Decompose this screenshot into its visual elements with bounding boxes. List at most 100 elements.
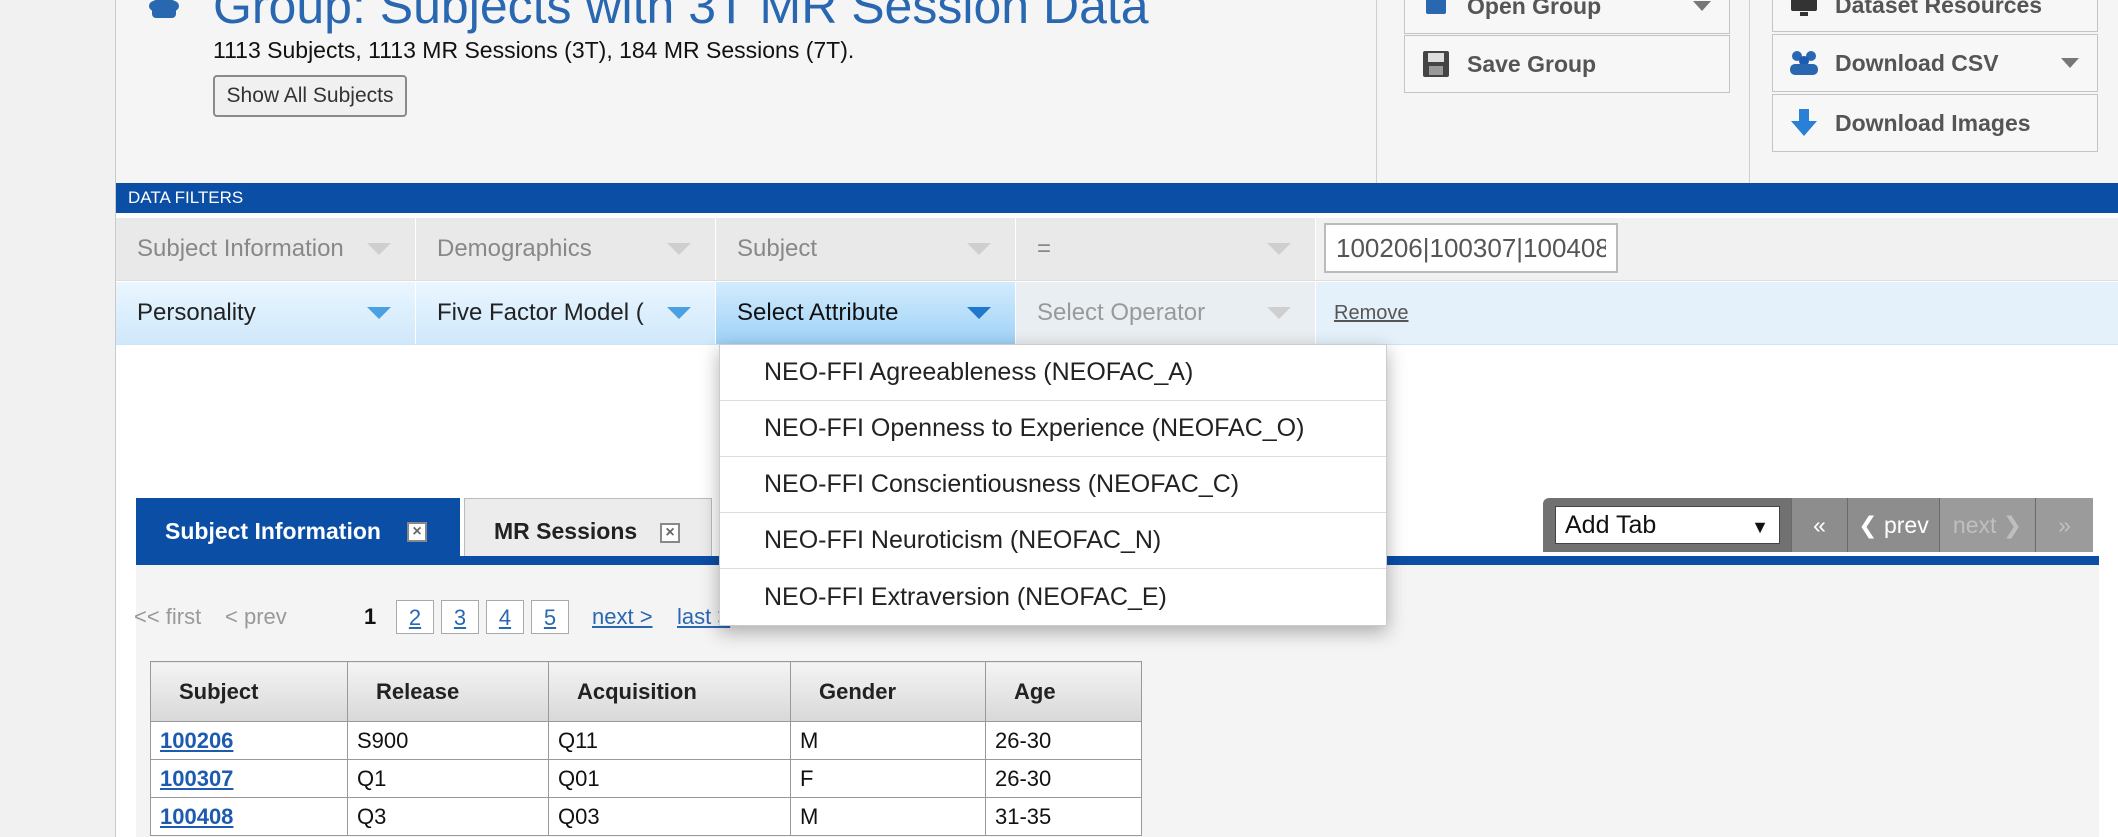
select-value: Select Attribute [737,299,899,326]
table-header-row: Subject Release Acquisition Gender Age [150,661,1142,722]
dropdown-arrow-icon [967,243,991,255]
attribute-option[interactable]: NEO-FFI Agreeableness (NEOFAC_A) [720,345,1386,401]
table-row: 100206 S900 Q11 M 26-30 [150,721,1142,760]
filter-category-select[interactable]: Subject Information [116,218,416,280]
people-icon [1787,46,1821,80]
download-arrow-icon [1787,106,1821,140]
next-tab-button[interactable]: next ❯ [1939,498,2035,552]
column-header[interactable]: Age [985,661,1142,722]
save-group-button[interactable]: Save Group [1404,35,1730,93]
attribute-dropdown-menu: NEO-FFI Agreeableness (NEOFAC_A) NEO-FFI… [719,344,1387,626]
header-divider [1376,0,1377,183]
download-csv-label: Download CSV [1835,49,1999,76]
last-tab-button[interactable]: » [2035,498,2093,552]
pager-page-link[interactable]: 4 [486,600,524,634]
save-group-label: Save Group [1467,50,1597,77]
filter-subcategory-select[interactable]: Demographics [416,218,716,280]
remove-filter-link[interactable]: Remove [1334,302,1408,325]
add-tab-select[interactable]: Add Tab ▼ [1555,506,1780,544]
dropdown-arrow-icon [367,243,391,255]
dropdown-arrow-icon [667,243,691,255]
folder-open-icon [1419,0,1453,23]
subject-cell: 100408 [150,797,348,836]
close-tab-icon[interactable]: × [407,522,427,542]
download-csv-button[interactable]: Download CSV [1772,34,2098,92]
pager-next[interactable]: next > [592,600,653,634]
gender-cell: M [790,797,986,836]
tab-subject-information[interactable]: Subject Information × [136,498,460,564]
dataset-resources-button[interactable]: Dataset Resources [1772,0,2098,32]
close-tab-icon[interactable]: × [660,523,680,543]
chevron-down-icon [2061,58,2079,68]
header-divider [1749,0,1750,183]
pager-prev[interactable]: < prev [225,600,287,634]
dropdown-arrow-icon [967,307,991,319]
dropdown-arrow-icon [1267,307,1291,319]
download-images-button[interactable]: Download Images [1772,94,2098,152]
pager-page-link[interactable]: 2 [396,600,434,634]
gender-cell: F [790,759,986,798]
age-cell: 31-35 [985,797,1142,836]
first-tab-button[interactable]: « [1791,498,1847,552]
column-header[interactable]: Gender [790,661,986,722]
gender-cell: M [790,721,986,760]
column-header[interactable]: Subject [150,661,348,722]
acquisition-cell: Q01 [548,759,791,798]
dropdown-arrow-icon [367,307,391,319]
filter-operator-select[interactable]: Select Operator [1016,282,1316,344]
attribute-option[interactable]: NEO-FFI Extraversion (NEOFAC_E) [720,569,1386,625]
dataset-resources-label: Dataset Resources [1835,0,2043,18]
select-value: Subject [737,235,818,262]
table-row: 100408 Q3 Q03 M 31-35 [150,797,1142,836]
select-value: Five Factor Model (NEO-FFI) [437,299,645,326]
subject-link[interactable]: 100408 [160,804,233,829]
filter-category-select[interactable]: Personality [116,282,416,344]
select-value: Select Operator [1037,299,1206,326]
group-users-icon [146,0,182,24]
subject-link[interactable]: 100307 [160,766,233,791]
group-title: Group: Subjects with 3T MR Session Data [213,0,1149,34]
subjects-table: Subject Release Acquisition Gender Age 1… [150,661,1142,836]
open-group-label: Open Group [1467,0,1602,19]
tab-label: Subject Information [165,517,381,544]
release-cell: S900 [347,721,549,760]
attribute-option[interactable]: NEO-FFI Conscientiousness (NEOFAC_C) [720,457,1386,513]
dropdown-arrow-icon [667,307,691,319]
column-header[interactable]: Acquisition [548,661,791,722]
pager-page-link[interactable]: 3 [441,600,479,634]
monitor-icon [1787,0,1821,22]
group-header: Group: Subjects with 3T MR Session Data … [116,0,2118,183]
table-row: 100307 Q1 Q01 F 26-30 [150,759,1142,798]
page: Group: Subjects with 3T MR Session Data … [115,0,2118,837]
prev-tab-button[interactable]: ❮ prev [1847,498,1939,552]
age-cell: 26-30 [985,721,1142,760]
release-cell: Q3 [347,797,549,836]
filter-attribute-select[interactable]: Select Attribute [716,282,1016,344]
tab-label: MR Sessions [494,518,638,544]
column-header[interactable]: Release [347,661,549,722]
show-all-subjects-button[interactable]: Show All Subjects [213,75,407,117]
filter-row: Personality Five Factor Model (NEO-FFI) … [116,282,2118,345]
subject-cell: 100307 [150,759,348,798]
select-value: Personality [137,299,256,326]
tab-mr-sessions[interactable]: MR Sessions × [464,498,712,564]
select-value: Add Tab [1565,510,1657,539]
open-group-button[interactable]: Open Group [1404,0,1730,34]
attribute-option[interactable]: NEO-FFI Neuroticism (NEOFAC_N) [720,513,1386,569]
subject-link[interactable]: 100206 [160,728,233,753]
attribute-option[interactable]: NEO-FFI Openness to Experience (NEOFAC_O… [720,401,1386,457]
acquisition-cell: Q03 [548,797,791,836]
filter-value-input[interactable] [1324,223,1618,273]
group-summary: 1113 Subjects, 1113 MR Sessions (3T), 18… [213,37,855,63]
select-value: = [1037,235,1052,262]
download-images-label: Download Images [1835,109,2031,136]
pager-page-link[interactable]: 5 [531,600,569,634]
filter-row: Subject Information Demographics Subject… [116,218,2118,281]
filter-operator-select[interactable]: = [1016,218,1316,280]
filter-attribute-select[interactable]: Subject [716,218,1016,280]
dropdown-arrow-icon [1267,243,1291,255]
tab-controls: Add Tab ▼ « ❮ prev next ❯ » [1543,498,2093,552]
release-cell: Q1 [347,759,549,798]
pager-first[interactable]: << first [134,600,201,634]
filter-subcategory-select[interactable]: Five Factor Model (NEO-FFI) [416,282,716,344]
